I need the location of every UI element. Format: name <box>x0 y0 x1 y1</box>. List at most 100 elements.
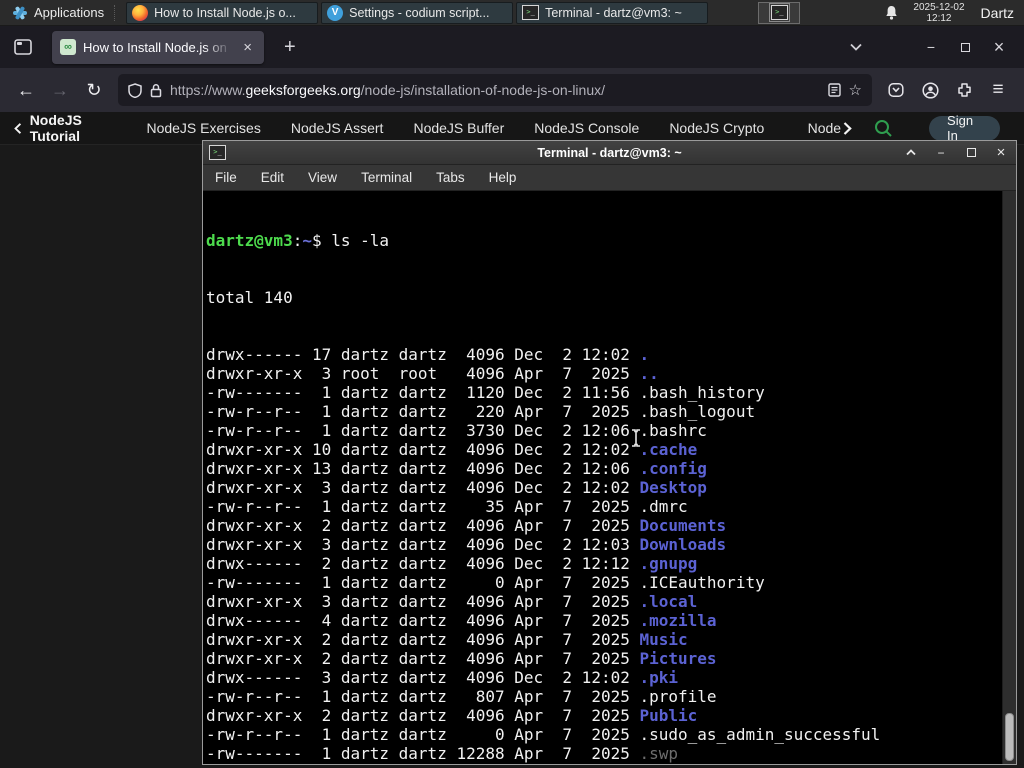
ls-dir-name: Downloads <box>639 535 727 554</box>
prompt-user-host: dartz@vm3 <box>206 231 293 250</box>
site-nav-link[interactable]: NodeJS Crypto <box>669 120 764 136</box>
terminal-minimize-button[interactable]: − <box>934 146 948 160</box>
url-bar[interactable]: https://www.geeksforgeeks.org/node-js/in… <box>118 74 872 106</box>
site-nav-link[interactable]: NodeJS Buffer <box>413 120 504 136</box>
terminal-menubar: File Edit View Terminal Tabs Help <box>203 165 1016 191</box>
prompt-command: ls -la <box>331 231 390 250</box>
desktop: Applications How to Install Node.js o...… <box>0 0 1024 768</box>
site-nav-primary[interactable]: NodeJS Tutorial <box>14 112 120 144</box>
shield-icon[interactable] <box>128 82 142 98</box>
sign-in-button[interactable]: Sign In <box>929 113 1000 143</box>
taskbar-label: Terminal - dartz@vm3: ~ <box>545 5 682 20</box>
terminal-scrollbar[interactable] <box>1002 191 1016 764</box>
applications-label: Applications <box>34 5 105 20</box>
menu-terminal[interactable]: Terminal <box>361 170 412 185</box>
terminal-icon: > _ <box>209 145 226 160</box>
menu-view[interactable]: View <box>308 170 337 185</box>
menu-hamburger-icon[interactable]: ≡ <box>982 74 1014 106</box>
ls-row: -rw-r--r-- 1 dartz dartz 0 Apr 7 2025 .s… <box>206 725 881 744</box>
ls-dir-name: Public <box>639 706 698 725</box>
ls-row: drwxr-xr-x 2 dartz dartz 4096 Apr 7 2025… <box>206 763 1003 764</box>
site-search-icon[interactable] <box>874 119 893 138</box>
ls-file-name: .ICEauthority <box>639 573 765 592</box>
chevron-left-icon <box>14 122 22 134</box>
site-nav-link[interactable]: NodeJS Console <box>534 120 639 136</box>
ls-row: drwxr-xr-x 13 dartz dartz 4096 Dec 2 12:… <box>206 459 707 478</box>
ls-row: drwx------ 3 dartz dartz 4096 Dec 2 12:0… <box>206 668 679 687</box>
taskbar-label: Settings - codium script... <box>349 5 490 20</box>
applications-icon <box>12 5 28 21</box>
ls-row: drwxr-xr-x 10 dartz dartz 4096 Dec 2 12:… <box>206 440 698 459</box>
ls-row: drwxr-xr-x 3 dartz dartz 4096 Apr 7 2025… <box>206 592 698 611</box>
notification-bell-icon[interactable] <box>884 5 899 21</box>
codium-icon: V <box>327 4 344 21</box>
account-icon[interactable] <box>914 74 946 106</box>
menu-edit[interactable]: Edit <box>261 170 284 185</box>
menu-file[interactable]: File <box>215 170 237 185</box>
ls-file-name: .bash_history <box>639 383 765 402</box>
back-button[interactable]: ← <box>10 74 42 106</box>
taskbar-button-codium[interactable]: V Settings - codium script... <box>321 1 514 24</box>
total-line: total 140 <box>206 288 293 307</box>
ls-file-name: .bash_logout <box>639 402 756 421</box>
taskbar-button-firefox[interactable]: How to Install Node.js o... <box>126 1 319 24</box>
terminal-scrollbar-thumb[interactable] <box>1005 713 1014 761</box>
forward-button[interactable]: → <box>44 74 76 106</box>
taskbar-button-terminal[interactable]: > _ Terminal - dartz@vm3: ~ <box>516 1 709 24</box>
terminal-content[interactable]: dartz@vm3:~$ ls -la total 140 drwx------… <box>203 191 1016 764</box>
ls-dir-name: Music <box>639 630 688 649</box>
pocket-icon[interactable] <box>880 74 912 106</box>
site-nav-link[interactable]: NodeJS Exercises <box>146 120 260 136</box>
terminal-maximize-button[interactable] <box>964 146 978 160</box>
reader-view-icon[interactable] <box>827 83 841 97</box>
extensions-icon[interactable] <box>948 74 980 106</box>
ls-row: drwxr-xr-x 2 dartz dartz 4096 Apr 7 2025… <box>206 649 717 668</box>
user-menu[interactable]: Dartz <box>981 5 1014 21</box>
terminal-shade-button[interactable] <box>904 146 918 160</box>
terminal-close-button[interactable]: × <box>994 144 1008 161</box>
ls-row: -rw-r--r-- 1 dartz dartz 807 Apr 7 2025 … <box>206 687 717 706</box>
ls-row: -rw-r--r-- 1 dartz dartz 220 Apr 7 2025 … <box>206 402 756 421</box>
workspace-switcher[interactable]: > _ <box>758 1 801 24</box>
applications-menu-button[interactable]: Applications <box>6 1 110 25</box>
ls-row: drwx------ 2 dartz dartz 4096 Dec 2 12:1… <box>206 554 698 573</box>
chevron-right-icon <box>843 121 852 135</box>
terminal-title: Terminal - dartz@vm3: ~ <box>537 145 682 160</box>
bookmark-star-icon[interactable]: ☆ <box>849 81 862 99</box>
tab-bar-controls: − × <box>840 32 1016 62</box>
url-scheme: https://www. <box>170 82 246 98</box>
url-domain: geeksforgeeks.org <box>245 82 361 98</box>
browser-tab-active[interactable]: ∞ How to Install Node.js on × <box>52 30 264 64</box>
reload-button[interactable]: ↻ <box>78 74 110 106</box>
new-tab-button[interactable]: + <box>276 36 304 59</box>
ls-row: -rw------- 1 dartz dartz 0 Apr 7 2025 .I… <box>206 573 765 592</box>
menu-help[interactable]: Help <box>489 170 517 185</box>
ls-row: -rw-r--r-- 1 dartz dartz 3730 Dec 2 12:0… <box>206 421 707 440</box>
clock[interactable]: 2025-12-02 12:12 <box>913 2 964 24</box>
site-nav-more[interactable]: Node <box>808 120 852 136</box>
ls-row: drwxr-xr-x 3 root root 4096 Apr 7 2025 .… <box>206 364 659 383</box>
browser-maximize-button[interactable] <box>948 32 982 62</box>
browser-close-button[interactable]: × <box>982 32 1016 62</box>
ls-row: drwx------ 4 dartz dartz 4096 Apr 7 2025… <box>206 611 717 630</box>
lock-icon[interactable] <box>150 83 162 98</box>
ls-dir-name: Pictures <box>639 649 717 668</box>
ls-row: -rw------- 1 dartz dartz 1120 Dec 2 11:5… <box>206 383 765 402</box>
menu-tabs[interactable]: Tabs <box>436 170 465 185</box>
browser-minimize-button[interactable]: − <box>914 32 948 62</box>
firefox-tab-bar: ∞ How to Install Node.js on × + − × <box>0 26 1024 68</box>
clock-time: 12:12 <box>926 12 952 24</box>
ls-row: drwx------ 17 dartz dartz 4096 Dec 2 12:… <box>206 345 650 364</box>
terminal-window-controls: − × <box>904 144 1010 161</box>
list-all-tabs-chevron-icon[interactable] <box>840 39 872 55</box>
ls-dir-name: Desktop <box>639 478 707 497</box>
ls-row: drwxr-xr-x 2 dartz dartz 4096 Apr 7 2025… <box>206 706 698 725</box>
ls-dir-name: .config <box>639 459 707 478</box>
terminal-titlebar[interactable]: > _ Terminal - dartz@vm3: ~ − × <box>203 141 1016 165</box>
tab-close-icon[interactable]: × <box>239 38 256 57</box>
tab-title: How to Install Node.js on <box>83 39 233 55</box>
site-nav-link[interactable]: NodeJS Assert <box>291 120 384 136</box>
url-path: /node-js/installation-of-node-js-on-linu… <box>360 82 605 98</box>
firefox-view-button[interactable] <box>8 32 38 62</box>
firefox-icon <box>132 4 149 21</box>
